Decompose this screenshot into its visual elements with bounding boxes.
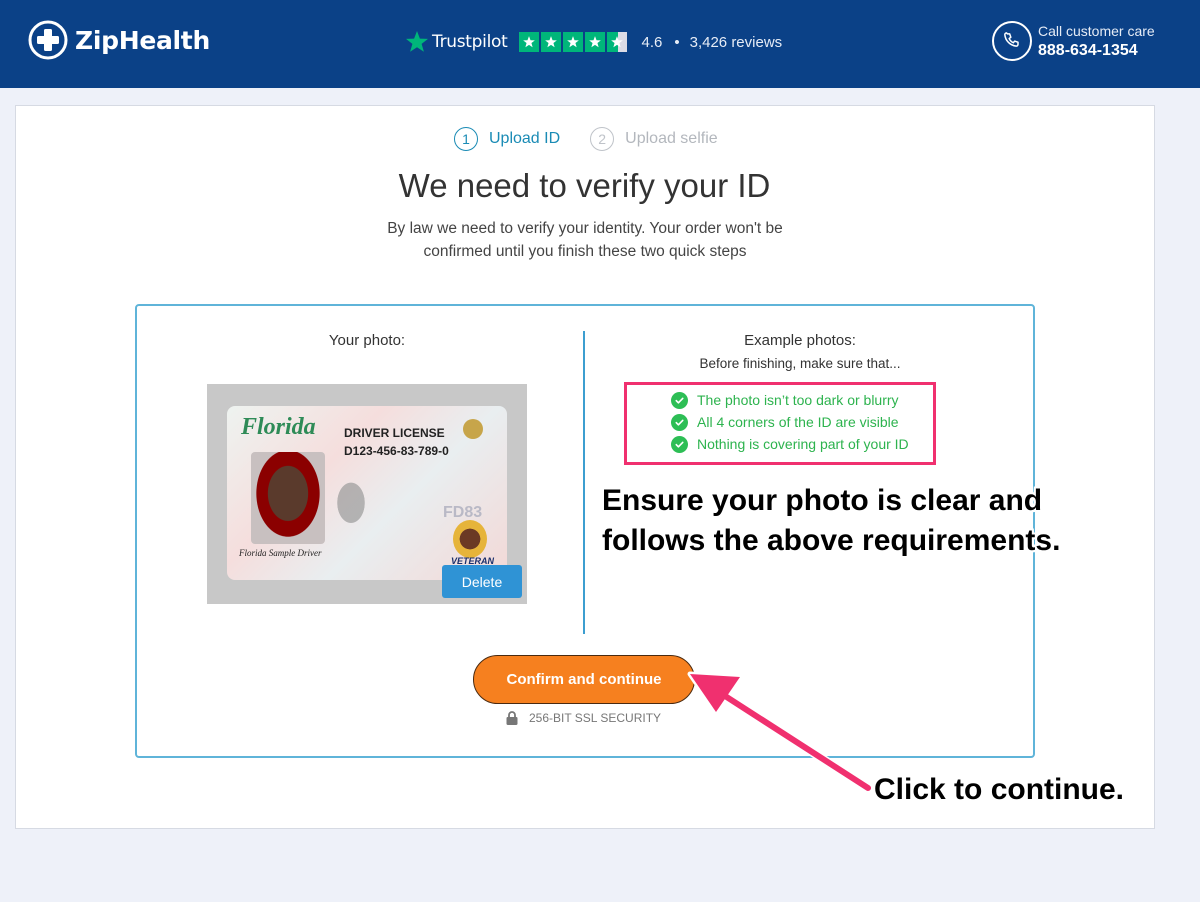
step-label: Upload ID [489, 130, 561, 147]
page-subtitle: By law we need to verify your identity. … [387, 220, 783, 260]
id-type: DRIVER LICENSE [344, 426, 445, 440]
requirement-item: Nothing is covering part of your ID [671, 433, 909, 455]
id-ghost-portrait [327, 474, 375, 538]
trustpilot-name: Trustpilot [432, 32, 508, 52]
star-icon [585, 32, 606, 52]
ssl-security-badge: 256-BIT SSL SECURITY [505, 710, 661, 726]
trustpilot-widget[interactable]: Trustpilot 4.6 • 3,426 reviews [405, 29, 782, 55]
lock-icon [506, 711, 518, 725]
example-photos-subtitle: Before finishing, make sure that... [699, 356, 901, 371]
requirements-list: The photo isn’t too dark or blurry All 4… [671, 389, 909, 455]
id-number: D123-456-83-789-0 [344, 444, 449, 458]
site-header: ZipHealth Trustpilot 4.6 • 3,426 reviews… [0, 0, 1200, 88]
half-star-icon [607, 32, 628, 52]
panel-divider [583, 331, 585, 634]
customer-care-contact[interactable]: Call customer care 888-634-1354 [992, 21, 1155, 61]
star-seal-icon [463, 419, 483, 439]
annotation-line: follows the above requirements. [602, 524, 1061, 557]
star-icon [563, 32, 584, 52]
brand-name: ZipHealth [75, 25, 210, 55]
check-icon [671, 391, 688, 409]
step-number: 2 [590, 127, 615, 151]
step-upload-id: 1 Upload ID [454, 127, 560, 151]
example-photos-label: Example photos: [744, 332, 856, 349]
ssl-label: 256-BIT SSL SECURITY [529, 711, 662, 725]
requirement-item: The photo isn’t too dark or blurry [671, 389, 909, 411]
separator-dot: • [674, 33, 680, 51]
id-state: Florida [241, 414, 316, 440]
star-icon [541, 32, 562, 52]
continue-annotation: Click to continue. [874, 773, 1125, 806]
customer-care-label: Call customer care [1038, 23, 1155, 39]
delete-photo-button[interactable]: Delete [442, 565, 522, 598]
step-indicator: 1 Upload ID 2 Upload selfie [454, 127, 718, 151]
page-title: We need to verify your ID [398, 167, 771, 204]
your-photo-label: Your photo: [328, 332, 406, 349]
requirements-annotation: Ensure your photo is clear and follows t… [602, 481, 1060, 561]
trustpilot-rating-stars [519, 32, 628, 52]
requirement-text: The photo isn’t too dark or blurry [697, 392, 899, 408]
id-signature: Florida Sample Driver [239, 548, 322, 558]
check-icon [671, 435, 688, 453]
uploaded-id-image: Florida DRIVER LICENSE D123-456-83-789-0… [227, 406, 507, 580]
requirement-item: All 4 corners of the ID are visible [671, 411, 909, 433]
step-upload-selfie: 2 Upload selfie [590, 127, 718, 151]
check-icon [671, 413, 688, 431]
requirement-text: All 4 corners of the ID are visible [697, 414, 899, 430]
trustpilot-star-icon [406, 31, 428, 52]
step-label: Upload selfie [625, 130, 718, 147]
id-mini-portrait [453, 520, 487, 558]
star-icon [519, 32, 540, 52]
phone-icon [992, 21, 1032, 61]
customer-care-phone[interactable]: 888-634-1354 [1038, 41, 1155, 61]
id-portrait [251, 452, 325, 544]
trustpilot-review-count: 3,426 reviews [689, 33, 783, 51]
medical-cross-icon [28, 20, 68, 60]
annotation-line: Ensure your photo is clear and [602, 484, 1043, 517]
ziphealth-logo[interactable]: ZipHealth [28, 20, 210, 60]
confirm-continue-button[interactable]: Confirm and continue [473, 655, 695, 704]
trustpilot-score: 4.6 [641, 33, 663, 51]
step-number: 1 [454, 127, 478, 151]
id-watermark: FD83 [443, 504, 483, 521]
requirement-text: Nothing is covering part of your ID [697, 436, 909, 452]
